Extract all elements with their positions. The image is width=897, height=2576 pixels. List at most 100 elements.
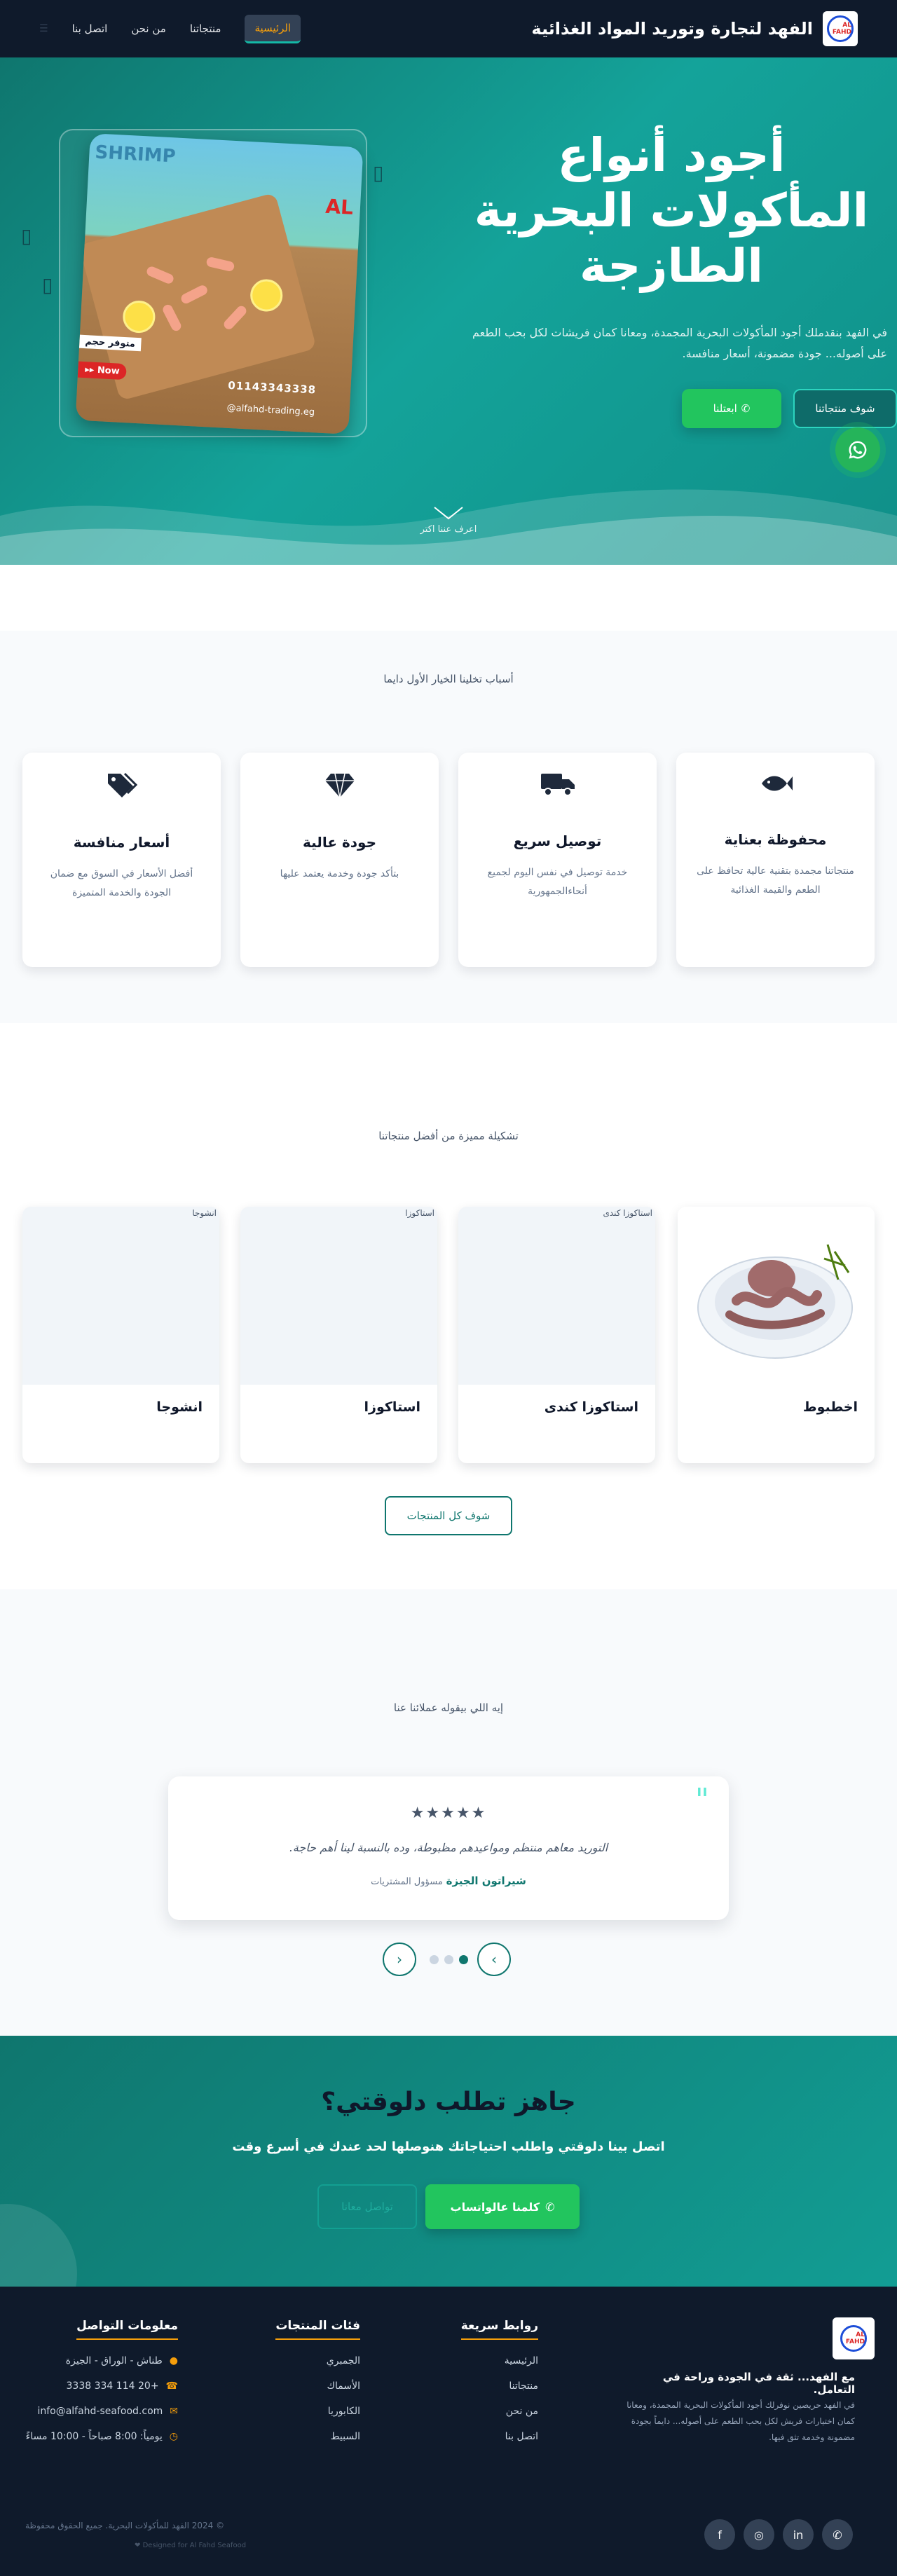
footer-link[interactable]: منتجاتنا [440,2380,538,2392]
feature-title: توصيل سريع [513,833,602,849]
footer-column-title: فئات المنتجات [275,2319,360,2340]
product-image-placeholder: استاكوزا كندى [458,1207,655,1385]
product-name: استاكوزا كندى [544,1399,638,1415]
testimonial-card: " ★★★★★ التوريد معاهم منتظم ومواعيدهم مظ… [168,1776,729,1920]
contact-email: info@alfahd-seafood.com [37,2406,163,2417]
contact-phone: +20 114 334 3338 [66,2380,159,2392]
products-subtitle: تشكيلة مميزة من أفضل منتجاتنا [378,1130,519,1142]
social-links: ✆ in ◎ f [704,2519,853,2550]
footer-category-link[interactable]: الأسماك [262,2380,360,2392]
brand-name[interactable]: الفهد لتجارة وتوريد المواد الغذائية [531,19,813,39]
decor-fragment: ▯ [373,161,384,184]
product-card[interactable]: انشوجا انشوجا [22,1207,219,1463]
top-navbar: AL FAHD الفهد لتجارة وتوريد المواد الغذا… [0,0,897,57]
instagram-icon[interactable]: ◎ [744,2519,774,2550]
testimonial-prev-button[interactable]: › [477,1943,511,1976]
view-products-button[interactable]: شوف منتجاتنا [793,389,897,428]
feature-text: بتأكد جودة وخدمة يعتمد عليها [280,868,399,879]
testimonial-next-button[interactable]: ‹ [383,1943,416,1976]
floating-whatsapp-button[interactable] [835,427,880,472]
brand-logo[interactable]: AL FAHD [823,11,858,46]
feature-text: منتجاتنا مجمدة بتقنية عالية تحافظ على ال… [697,865,854,896]
designer-credit: Designed for Al Fahd Seafood ❤ [135,2542,247,2549]
broken-image-alt: انشوجا [192,1208,217,1218]
carousel-dot[interactable] [430,1955,439,1964]
contact-us-button[interactable]: تواصل معانا [317,2184,417,2229]
footer-category-link[interactable]: السبيط [262,2431,360,2442]
contact-item[interactable]: ☎ +20 114 334 3338 [24,2380,178,2392]
decor-fragment: ▯ [42,273,53,296]
carousel-dots [430,1955,468,1964]
decor-fragment: ▯ [21,224,32,247]
contact-address: طناش - الوراق - الجيزة [65,2355,163,2366]
feature-title: أسعار منافسة [73,834,170,851]
menu-item-about[interactable]: من نحن [131,22,166,35]
carousel-dot[interactable] [459,1955,468,1964]
product-image [678,1207,875,1385]
view-all-products-button[interactable]: شوف كل المنتجات [385,1496,512,1535]
carousel-dot[interactable] [444,1955,453,1964]
broken-image-alt: استاكوزا [405,1208,434,1218]
hero-section: أجود أنواع المأكولات البحرية الطازجة في … [0,57,897,565]
testimonial-text: التوريد معاهم منتظم ومواعيدهم مظبوطة، ود… [289,1841,608,1854]
product-name: اخطبوط [802,1399,858,1415]
footer-link[interactable]: الرئيسية [440,2355,538,2366]
author-role: مسؤول المشتريات [371,1877,443,1887]
whatsapp-cta-button[interactable]: ✆ كلمنا عالواتساب [425,2184,580,2229]
footer-link[interactable]: اتصل بنا [440,2431,538,2442]
product-card[interactable]: اخطبوط [678,1207,875,1463]
hero-image-site: alfahd-trading.eg@ [226,402,315,418]
footer-contact: معلومات التواصل ● طناش - الوراق - الجيزة … [24,2319,178,2456]
feature-title: محفوظة بعناية [724,831,827,848]
menu-item-home[interactable]: الرئيسية [245,14,301,43]
decor-circle [0,2204,77,2287]
cta-subtitle: اتصل بينا دلوقتي واطلب احتياجاتك هنوصلها… [232,2139,665,2154]
location-icon: ● [169,2355,178,2366]
why-us-subtitle: أسباب تخلينا الخيار الأول دايما [383,673,514,685]
footer-column-title: معلومات التواصل [76,2319,178,2340]
message-us-label: ابعتلنا [713,402,737,415]
linkedin-icon[interactable]: in [783,2519,814,2550]
whatsapp-cta-label: كلمنا عالواتساب [450,2200,540,2214]
truck-icon [458,772,657,796]
whatsapp-icon[interactable]: ✆ [822,2519,853,2550]
gem-icon [240,772,439,797]
hero-title-line-2: المأكولات البحرية [474,184,869,238]
phone-icon: ☎ [165,2380,178,2392]
feature-title: جودة عالية [303,834,376,851]
tags-icon [22,772,221,797]
footer-logo[interactable]: AL FAHD [833,2317,875,2359]
footer-logo-mark: AL FAHD [836,2321,871,2356]
hero-title-line-1: أجود أنواع [557,128,786,182]
footer-tagline: مع الفهد... ثقة في الجودة وراحة في التعا… [662,2371,855,2396]
hero-title-line-3: الطازجة [579,239,764,294]
cta-title: جاهز تطلب دلوقتي؟ [321,2088,576,2116]
copyright: © 2024 الفهد للمأكولات البحرية. جميع الح… [25,2521,225,2530]
brand[interactable]: AL FAHD الفهد لتجارة وتوريد المواد الغذا… [531,11,858,46]
footer-category-link[interactable]: الجمبري [262,2355,360,2366]
facebook-icon[interactable]: f [704,2519,735,2550]
menu-item-contact[interactable]: اتصل بنا [72,22,108,35]
main-menu: الرئيسية منتجاتنا من نحن اتصل بنا ☰ [39,14,301,43]
menu-item-products[interactable]: منتجاتنا [190,22,221,35]
message-us-button[interactable]: ✆ ابعتلنا [682,389,781,428]
fish-icon [676,772,875,795]
product-card[interactable]: استاكوزا استاكوزا [240,1207,437,1463]
product-name: استاكوزا [364,1399,421,1415]
feature-card: جودة عالية بتأكد جودة وخدمة يعتمد عليها [240,753,439,967]
chevron-left-icon: ‹ [397,1951,402,1968]
hero-wave [0,489,897,565]
menu-toggle-icon[interactable]: ☰ [39,23,48,34]
product-card[interactable]: استاكوزا كندى استاكوزا كندى [458,1207,655,1463]
footer-categories: فئات المنتجات الجمبري الأسماك الكابوريا … [262,2319,360,2456]
footer-link[interactable]: من نحن [440,2406,538,2417]
product-image-placeholder: انشوجا [22,1207,219,1385]
footer-category-link[interactable]: الكابوريا [262,2406,360,2417]
cta-section: جاهز تطلب دلوقتي؟ اتصل بينا دلوقتي واطلب… [0,2036,897,2287]
hero-description: في الفهد بنقدملك أجود المأكولات البحرية … [472,326,887,361]
mail-icon: ✉ [170,2406,178,2417]
feature-card: محفوظة بعناية منتجاتنا مجمدة بتقنية عالي… [676,753,875,967]
whatsapp-icon [849,441,867,459]
octopus-image [697,1244,853,1359]
contact-item[interactable]: ✉ info@alfahd-seafood.com [24,2406,178,2417]
